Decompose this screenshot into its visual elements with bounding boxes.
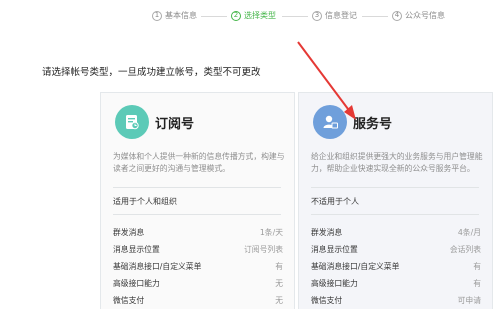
feature-row: 群发消息 4条/月 [311,227,481,243]
feature-value: 有 [275,262,283,271]
card-suitability: 不适用于个人 [311,197,359,206]
feature-row: 消息显示位置 订阅号列表 [113,244,283,260]
card-title: 订阅号 [155,116,195,132]
document-chart-icon [115,105,149,139]
feature-value: 无 [275,296,283,305]
feature-label: 消息显示位置 [311,245,358,254]
step-connector [282,16,308,17]
card-header: 服务号 [313,105,392,139]
user-card-icon [313,105,347,139]
feature-label: 群发消息 [113,228,145,237]
feature-row: 基础消息接口/自定义菜单 有 [113,261,283,277]
divider [311,214,479,215]
feature-value: 可申请 [457,296,481,305]
feature-label: 群发消息 [311,228,343,237]
feature-value: 会话列表 [449,245,481,254]
feature-value: 无 [275,279,283,288]
step-label: 信息登记 [325,11,357,20]
divider [113,187,281,188]
page-instruction: 请选择帐号类型，一旦成功建立帐号，类型不可更改 [42,67,261,78]
subscription-account-card[interactable]: 订阅号 为媒体和个人提供一种新的信息传播方式，构建与读者之间更好的沟通与管理模式… [100,92,295,309]
feature-row: 微信支付 无 [113,295,283,309]
feature-label: 基础消息接口/自定义菜单 [311,262,400,271]
card-header: 订阅号 [115,105,194,139]
step-connector [201,16,227,17]
step-label: 基本信息 [165,11,197,20]
feature-label: 消息显示位置 [113,245,160,254]
divider [113,214,281,215]
card-title: 服务号 [353,116,393,132]
feature-row: 微信支付 可申请 [311,295,481,309]
feature-row: 消息显示位置 会话列表 [311,244,481,260]
feature-row: 高级接口能力 有 [311,278,481,294]
feature-label: 高级接口能力 [311,279,358,288]
step-account-info: 4 公众号信息 [392,10,445,21]
feature-value: 4条/月 [457,228,481,237]
feature-row: 群发消息 1条/天 [113,227,283,243]
service-account-card[interactable]: 服务号 给企业和组织提供更强大的业务服务与用户管理能力，帮助企业快速实现全新的公… [298,92,493,309]
feature-value: 有 [473,279,481,288]
feature-value: 订阅号列表 [244,245,283,254]
feature-label: 高级接口能力 [113,279,160,288]
step-number: 2 [231,10,241,21]
card-description: 给企业和组织提供更强大的业务服务与用户管理能力，帮助企业快速实现全新的公众号服务… [311,152,483,173]
feature-row: 高级接口能力 无 [113,278,283,294]
step-number: 3 [312,10,322,21]
card-suitability: 适用于个人和组织 [113,197,177,206]
feature-label: 微信支付 [113,296,145,305]
step-connector [362,16,388,17]
card-description: 为媒体和个人提供一种新的信息传播方式，构建与读者之间更好的沟通与管理模式。 [113,152,285,173]
step-label: 公众号信息 [405,11,445,20]
step-basic-info: 1 基本信息 [152,10,197,21]
step-info-register: 3 信息登记 [312,10,357,21]
step-select-type: 2 选择类型 [231,10,276,21]
feature-label: 基础消息接口/自定义菜单 [113,262,202,271]
feature-row: 基础消息接口/自定义菜单 有 [311,261,481,277]
step-number: 1 [152,10,162,21]
feature-label: 微信支付 [311,296,343,305]
feature-value: 1条/天 [259,228,283,237]
step-number: 4 [392,10,402,21]
divider [311,187,479,188]
feature-value: 有 [473,262,481,271]
step-indicator: 1 基本信息 2 选择类型 3 信息登记 4 公众号信息 [0,10,500,24]
step-label: 选择类型 [244,11,276,20]
